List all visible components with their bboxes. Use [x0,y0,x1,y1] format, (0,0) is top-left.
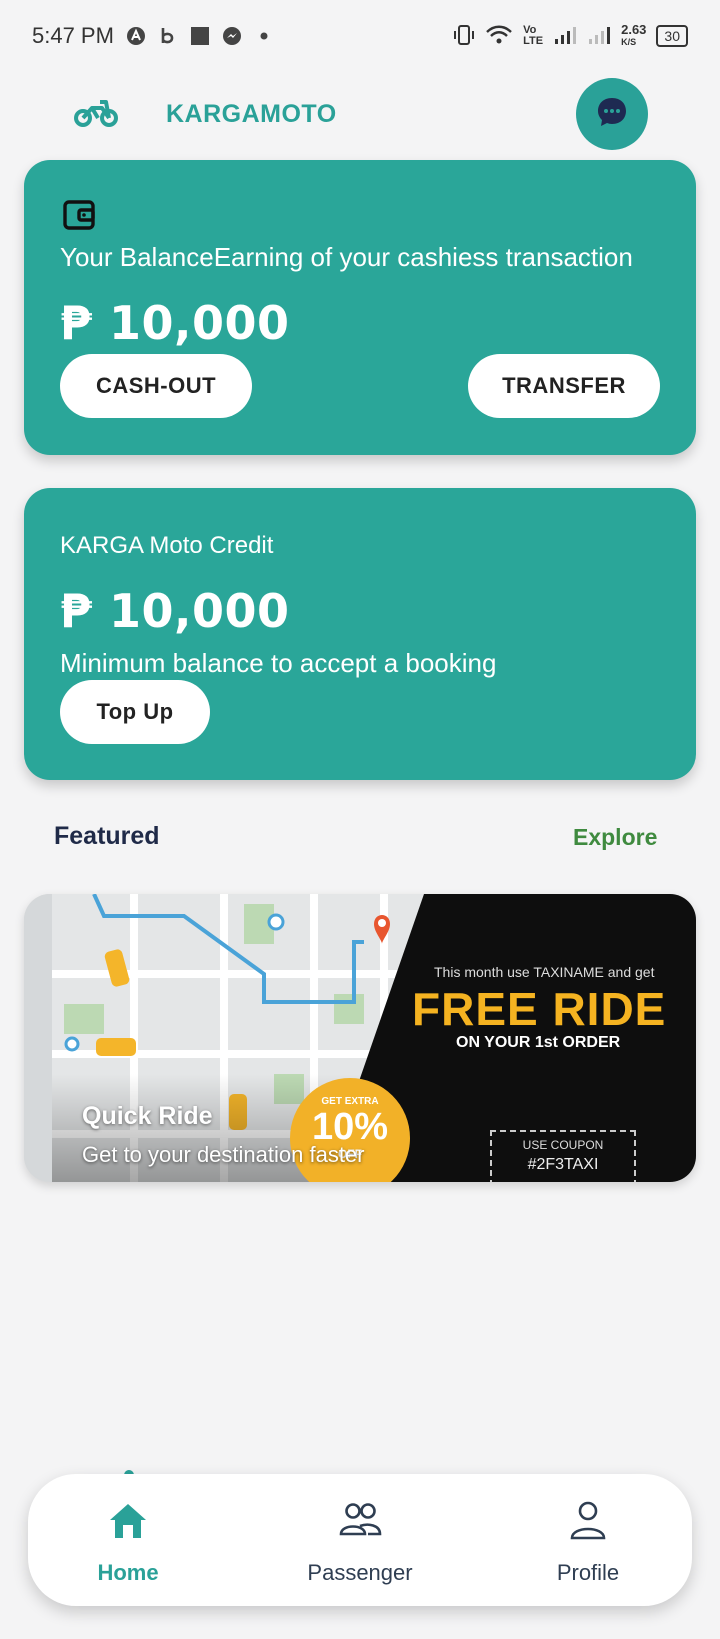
status-time: 5:47 PM [32,23,114,48]
passenger-icon [339,1503,382,1536]
b-notification-icon [158,26,178,46]
promo-order-text: ON YOUR 1st ORDER [456,1034,621,1051]
app-notification-icon [126,26,146,46]
credit-subtitle: Minimum balance to accept a booking [60,648,497,678]
nav-home-label: Home [97,1560,159,1585]
coupon-label: USE COUPON [522,1138,604,1152]
coupon-code: #2F3TAXI [527,1156,599,1173]
messenger-notification-icon [222,26,242,46]
status-bar: 5:47 PM Vo LTE 2.63 K/S 30 [0,0,720,72]
home-icon [110,1504,146,1538]
banner-subtitle: Get to your destination faster [82,1142,365,1167]
profile-icon [570,1501,606,1540]
balance-card: Your BalanceEarning of your cashiess tra… [24,160,696,455]
coupon-box: USE COUPON #2F3TAXI [490,1130,636,1182]
transfer-button[interactable]: TRANSFER [468,354,660,418]
nav-passenger-label: Passenger [307,1560,413,1585]
wifi-icon [485,24,513,49]
badge-value: 10% [311,1106,389,1148]
more-notifications-dot [254,26,274,46]
banner-title: Quick Ride [82,1102,213,1130]
quick-ride-banner[interactable]: This month use TAXINAME and get FREE RID… [24,894,696,1182]
explore-link[interactable]: Explore [573,824,657,851]
top-up-button[interactable]: Top Up [60,680,210,744]
cash-out-button[interactable]: CASH-OUT [60,354,252,418]
chat-button[interactable] [576,78,648,150]
credit-card: KARGA Moto Credit ₱ 10,000 Minimum balan… [24,488,696,780]
nav-profile-label: Profile [556,1560,620,1585]
net-speed: 2.63 K/S [621,22,647,48]
vibrate-icon [453,24,475,49]
featured-heading: Featured [54,822,160,850]
nav-passenger[interactable]: Passenger [270,1474,450,1606]
net-speed-unit: K/S [621,37,637,47]
credit-amount: ₱ 10,000 [60,584,290,638]
volte-bottom-text: LTE [523,35,544,47]
nav-home[interactable]: Home [38,1474,218,1606]
balance-amount: ₱ 10,000 [60,296,290,350]
volte-icon: Vo LTE [523,25,543,47]
chat-icon [595,95,629,134]
wallet-icon [62,198,96,232]
promo-headline: FREE RIDE [412,983,667,1035]
app-header: KARGAMOTO [0,78,720,154]
square-notification-icon [190,26,210,46]
credit-title: KARGA Moto Credit [60,532,274,559]
brand-title: KARGAMOTO [166,100,337,128]
nav-profile[interactable]: Profile [498,1474,678,1606]
balance-title: Your BalanceEarning of your cashiess tra… [60,242,633,272]
net-speed-value: 2.63 [621,22,647,37]
bottom-navigation: Home Passenger Profile [28,1474,692,1606]
signal-icon [553,25,577,48]
battery-indicator: 30 [656,25,688,47]
promo-month-text: This month use TAXINAME and get [434,964,655,980]
motorcycle-icon [74,98,118,128]
signal-2-icon [587,25,611,48]
